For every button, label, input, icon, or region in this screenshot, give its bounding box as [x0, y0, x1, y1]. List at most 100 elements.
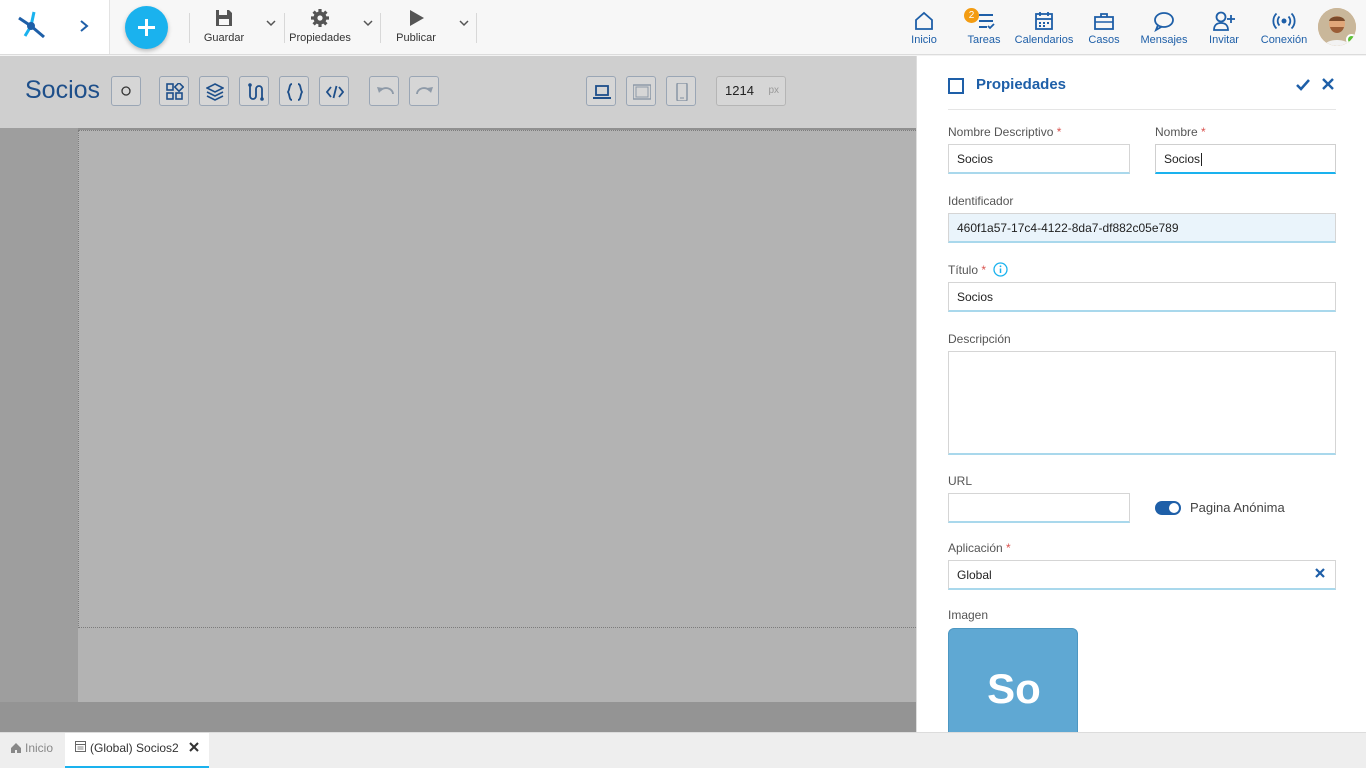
- nombre-descriptivo-field[interactable]: Socios: [948, 144, 1130, 174]
- layers-button[interactable]: [199, 76, 229, 106]
- tab-global-socios2[interactable]: (Global) Socios2: [65, 733, 209, 768]
- close-tab-icon[interactable]: [189, 742, 199, 752]
- nav-label: Invitar: [1209, 34, 1239, 46]
- braces-icon: [286, 83, 304, 101]
- page-doc-icon: [75, 741, 86, 752]
- tablet-icon: [633, 84, 651, 100]
- chevron-right-icon[interactable]: [78, 18, 90, 34]
- desktop-view-button[interactable]: [586, 76, 616, 106]
- play-icon: [410, 10, 424, 26]
- imagen-label: Imagen: [948, 608, 989, 622]
- connection-icon: [1272, 12, 1296, 30]
- url-field[interactable]: [948, 493, 1130, 523]
- properties-label: Propiedades: [289, 32, 351, 44]
- chevron-down-icon[interactable]: [266, 18, 276, 28]
- page-title: Socios: [25, 76, 101, 104]
- widgets-button[interactable]: [159, 76, 189, 106]
- descripcion-textarea[interactable]: [948, 351, 1336, 455]
- pagina-anonima-label: Pagina Anónima: [1190, 500, 1285, 515]
- panel-header: Propiedades: [948, 76, 1336, 110]
- logo-area: [0, 0, 110, 54]
- page-state-button[interactable]: [111, 76, 141, 106]
- gear-icon: [311, 9, 329, 27]
- nav-invitar[interactable]: Invitar: [1204, 10, 1244, 46]
- canvas-footer-area: [78, 628, 916, 702]
- titulo-field[interactable]: Socios: [948, 282, 1336, 312]
- layers-icon: [206, 83, 224, 101]
- text-cursor: [1201, 153, 1203, 167]
- chevron-down-icon[interactable]: [459, 18, 469, 28]
- nav-calendarios[interactable]: Calendarios: [1013, 10, 1075, 46]
- properties-button[interactable]: Propiedades: [288, 8, 352, 48]
- nav-label: Casos: [1088, 34, 1120, 46]
- circle-icon: [121, 86, 131, 96]
- undo-icon: [377, 87, 394, 95]
- flow-icon: [248, 83, 264, 101]
- save-button[interactable]: Guardar: [201, 8, 247, 48]
- confirm-check-icon[interactable]: [1295, 77, 1311, 93]
- save-disk-icon: [216, 10, 232, 26]
- page-canvas[interactable]: [78, 130, 916, 628]
- top-toolbar: Guardar Propiedades Publicar Inicio Tare…: [0, 0, 1366, 55]
- nav-label: Calendarios: [1014, 34, 1074, 46]
- divider: [284, 13, 285, 43]
- invite-user-icon: [1213, 11, 1235, 31]
- identificador-field[interactable]: 460f1a57-17c4-4122-8da7-df882c05e789: [948, 213, 1336, 243]
- aplicacion-select[interactable]: Global: [948, 560, 1336, 590]
- mobile-view-button[interactable]: [666, 76, 696, 106]
- titulo-label: Título *: [948, 263, 987, 277]
- page-editor: Socios 1214 px: [0, 56, 916, 732]
- nombre-descriptivo-label: Nombre Descriptivo *: [948, 125, 1062, 139]
- chevron-down-icon[interactable]: [363, 18, 373, 28]
- canvas-width-unit: px: [768, 85, 779, 96]
- nav-inicio[interactable]: Inicio: [904, 10, 944, 46]
- properties-square-icon: [948, 78, 964, 94]
- canvas-bottom-gutter: [0, 702, 916, 732]
- json-button[interactable]: [279, 76, 309, 106]
- flow-button[interactable]: [239, 76, 269, 106]
- redo-icon: [416, 87, 433, 95]
- nombre-field[interactable]: Socios: [1155, 144, 1336, 174]
- chat-icon: [1154, 12, 1174, 32]
- editor-header: Socios 1214 px: [0, 56, 916, 128]
- identificador-label: Identificador: [948, 194, 1014, 208]
- nav-mensajes[interactable]: Mensajes: [1138, 10, 1190, 46]
- code-button[interactable]: [319, 76, 349, 106]
- undo-button[interactable]: [369, 76, 399, 106]
- publish-label: Publicar: [396, 32, 436, 44]
- tablet-view-button[interactable]: [626, 76, 656, 106]
- panel-title: Propiedades: [976, 76, 1067, 93]
- nav-casos[interactable]: Casos: [1085, 10, 1123, 46]
- aplicacion-label: Aplicación *: [948, 541, 1011, 555]
- info-icon[interactable]: [993, 262, 1008, 277]
- home-icon: [915, 11, 933, 30]
- page-image-tile[interactable]: So: [948, 628, 1078, 738]
- nombre-label: Nombre *: [1155, 125, 1206, 139]
- nav-label: Tareas: [967, 34, 1001, 46]
- url-label: URL: [948, 474, 973, 488]
- canvas-gutter: [0, 128, 78, 732]
- publish-button[interactable]: Publicar: [394, 8, 438, 48]
- divider: [476, 13, 477, 43]
- nav-conexion[interactable]: Conexión: [1259, 10, 1309, 46]
- nav-label: Conexión: [1260, 34, 1308, 46]
- clear-selection-icon[interactable]: [1315, 568, 1325, 578]
- widgets-icon: [166, 83, 184, 100]
- descripcion-label: Descripción: [948, 332, 1011, 346]
- pagina-anonima-toggle[interactable]: [1155, 501, 1181, 515]
- briefcase-icon: [1094, 13, 1114, 30]
- canvas-width-input[interactable]: 1214 px: [716, 76, 786, 106]
- canvas-width-value: 1214: [725, 83, 754, 98]
- divider: [189, 13, 190, 43]
- user-avatar[interactable]: [1318, 8, 1356, 46]
- close-icon[interactable]: [1322, 78, 1334, 90]
- app-logo-icon[interactable]: [14, 9, 48, 43]
- redo-button[interactable]: [409, 76, 439, 106]
- nav-label: Mensajes: [1140, 34, 1188, 46]
- tab-inicio[interactable]: Inicio: [10, 741, 53, 755]
- online-status-dot: [1346, 34, 1356, 45]
- bottom-tab-bar: Inicio (Global) Socios2: [0, 732, 1366, 768]
- calendar-icon: [1035, 12, 1053, 30]
- add-button[interactable]: [125, 6, 168, 49]
- laptop-icon: [593, 85, 611, 99]
